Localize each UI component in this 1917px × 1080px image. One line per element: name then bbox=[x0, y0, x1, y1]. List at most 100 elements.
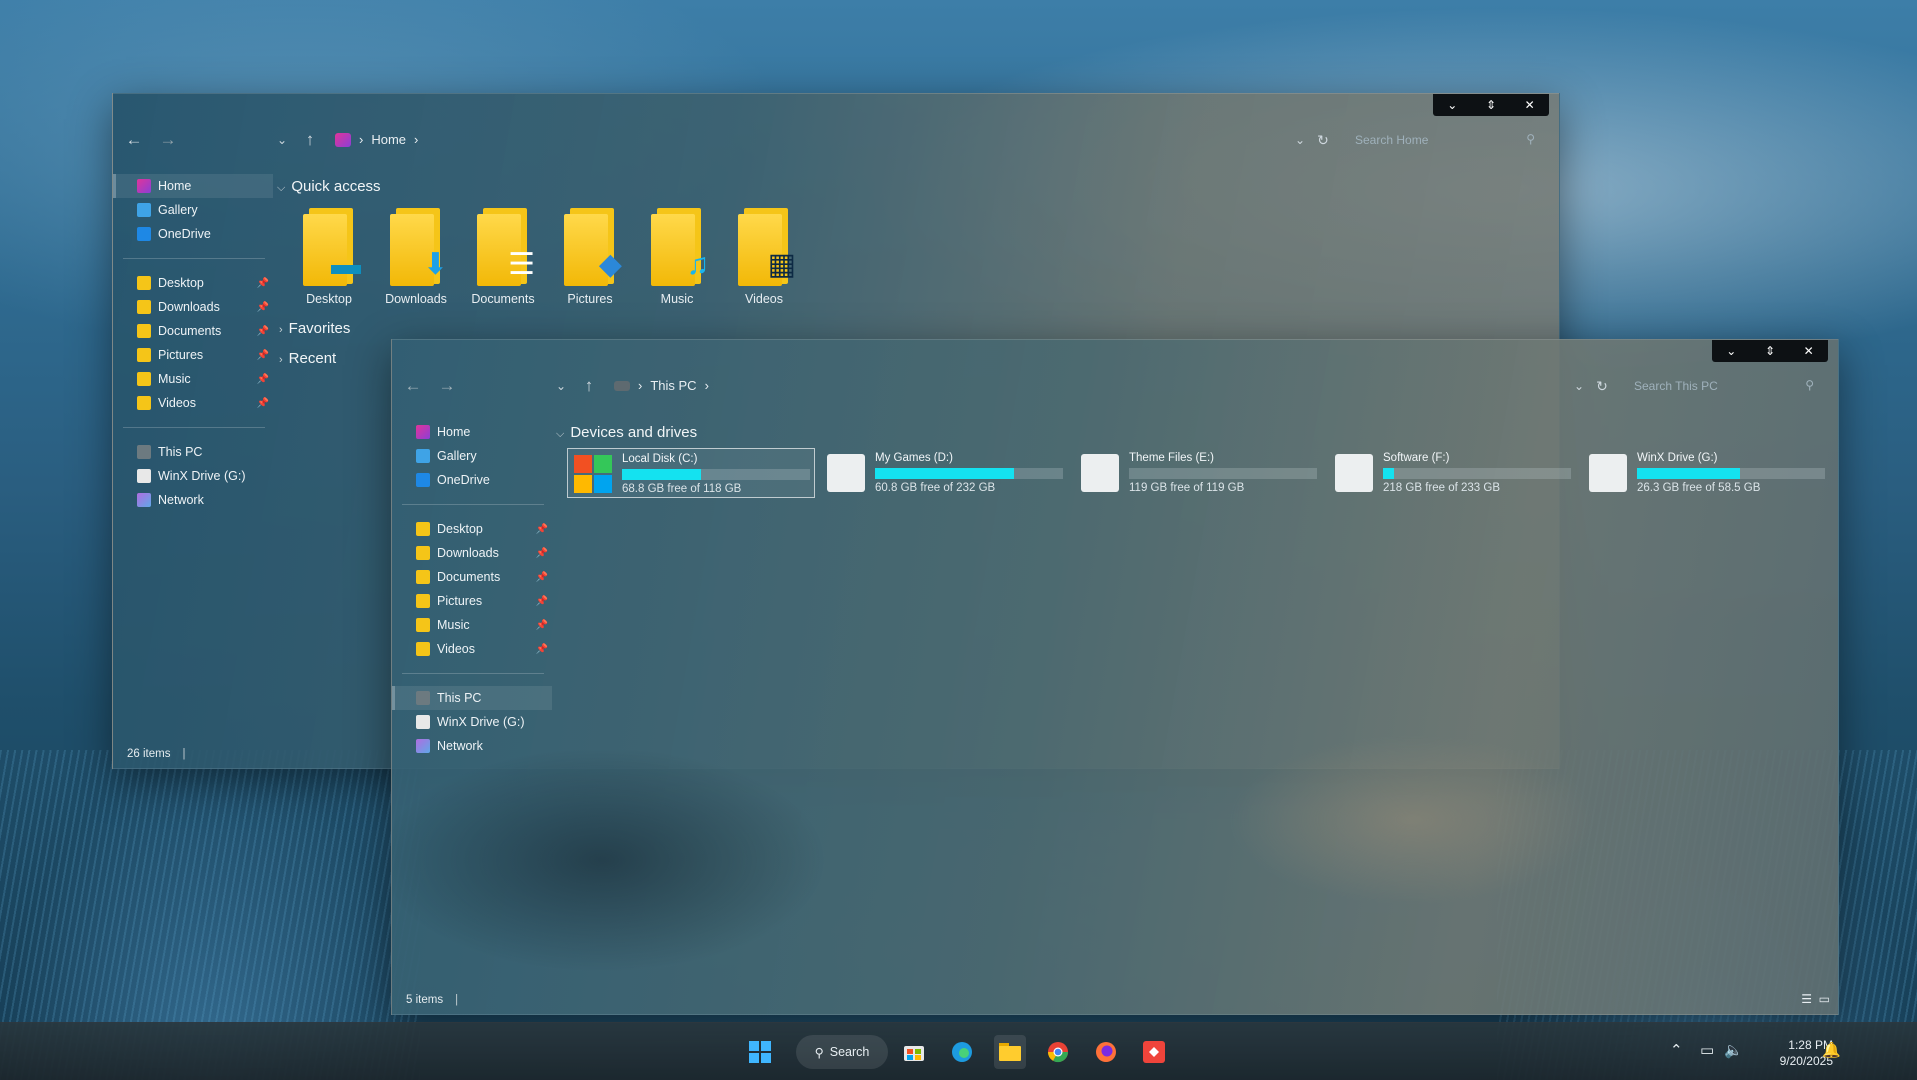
recent-header[interactable]: › Recent bbox=[279, 350, 336, 367]
breadcrumb[interactable]: › This PC › bbox=[614, 378, 709, 393]
drive-usage-bar bbox=[875, 468, 1063, 479]
network-icon bbox=[416, 739, 430, 753]
drive-tile[interactable]: WinX Drive (G:) 26.3 GB free of 58.5 GB bbox=[1583, 448, 1831, 498]
back-arrow-icon[interactable]: ← bbox=[402, 376, 424, 396]
volume-muted-icon[interactable]: 🔈 bbox=[1724, 1041, 1743, 1059]
anydesk-app-icon[interactable] bbox=[1138, 1035, 1170, 1069]
sidebar-item-home[interactable]: Home bbox=[113, 174, 273, 198]
sidebar-item-label: OneDrive bbox=[158, 227, 211, 241]
pin-icon[interactable]: 📌 bbox=[536, 548, 548, 559]
sidebar-item-onedrive[interactable]: OneDrive bbox=[113, 222, 273, 246]
sidebar-item-winx-drive-g[interactable]: WinX Drive (G:) bbox=[392, 710, 552, 734]
quick-access-desktop[interactable]: ▬ Desktop bbox=[289, 208, 369, 306]
sidebar-item-gallery[interactable]: Gallery bbox=[392, 444, 552, 468]
close-button[interactable]: ✕ bbox=[1794, 344, 1824, 358]
sidebar-item-documents[interactable]: Documents 📌 bbox=[113, 319, 273, 343]
breadcrumb[interactable]: › Home › bbox=[335, 132, 418, 147]
recent-locations-chevron-icon[interactable]: ⌄ bbox=[271, 133, 293, 147]
sidebar-item-downloads[interactable]: Downloads 📌 bbox=[392, 541, 552, 565]
maximize-button[interactable]: ⇕ bbox=[1755, 344, 1785, 358]
sidebar-item-music[interactable]: Music 📌 bbox=[113, 367, 273, 391]
quick-access-pictures[interactable]: ◆ Pictures bbox=[550, 208, 630, 306]
notifications-bell-icon[interactable]: 🔔 bbox=[1822, 1041, 1841, 1059]
pin-icon[interactable]: 📌 bbox=[257, 302, 269, 313]
minimize-button[interactable]: ⌄ bbox=[1716, 344, 1746, 358]
pin-icon[interactable]: 📌 bbox=[536, 644, 548, 655]
edge-browser-icon[interactable] bbox=[946, 1035, 978, 1069]
pin-icon[interactable]: 📌 bbox=[536, 572, 548, 583]
sidebar-item-this-pc[interactable]: This PC bbox=[392, 686, 552, 710]
sidebar-item-documents[interactable]: Documents 📌 bbox=[392, 565, 552, 589]
details-view-icon[interactable]: ☰ bbox=[1801, 992, 1812, 1006]
recent-locations-chevron-icon[interactable]: ⌄ bbox=[550, 379, 572, 393]
drive-tile[interactable]: My Games (D:) 60.8 GB free of 232 GB bbox=[821, 448, 1069, 498]
gallery-icon bbox=[137, 203, 151, 217]
address-dropdown-icon[interactable]: ⌄ bbox=[1568, 379, 1590, 393]
pin-icon[interactable]: 📌 bbox=[257, 350, 269, 361]
pin-icon[interactable]: 📌 bbox=[536, 620, 548, 631]
chevron-down-icon: ⌵ bbox=[556, 428, 565, 440]
pin-icon[interactable]: 📌 bbox=[257, 398, 269, 409]
file-explorer-taskbar-icon[interactable] bbox=[994, 1035, 1026, 1069]
breadcrumb-item[interactable]: Home bbox=[371, 132, 406, 147]
sidebar-item-home[interactable]: Home bbox=[392, 420, 552, 444]
microsoft-store-icon[interactable] bbox=[898, 1035, 930, 1069]
home-icon bbox=[137, 179, 151, 193]
pin-icon[interactable]: 📌 bbox=[257, 278, 269, 289]
drive-tile[interactable]: Local Disk (C:) 68.8 GB free of 118 GB bbox=[567, 448, 815, 498]
sidebar-item-this-pc[interactable]: This PC bbox=[113, 440, 273, 464]
drive-tile[interactable]: Theme Files (E:) 119 GB free of 119 GB bbox=[1075, 448, 1323, 498]
drive-tile[interactable]: Software (F:) 218 GB free of 233 GB bbox=[1329, 448, 1577, 498]
sidebar-item-winx-drive-g[interactable]: WinX Drive (G:) bbox=[113, 464, 273, 488]
sidebar-item-label: WinX Drive (G:) bbox=[437, 715, 525, 729]
sidebar-item-desktop[interactable]: Desktop 📌 bbox=[113, 271, 273, 295]
network-status-icon[interactable]: ▭ bbox=[1700, 1041, 1714, 1059]
sidebar-item-videos[interactable]: Videos 📌 bbox=[113, 391, 273, 415]
quick-access-music[interactable]: ♫ Music bbox=[637, 208, 717, 306]
sidebar-item-music[interactable]: Music 📌 bbox=[392, 613, 552, 637]
pin-icon[interactable]: 📌 bbox=[536, 524, 548, 535]
start-button[interactable] bbox=[744, 1035, 776, 1069]
tiles-view-icon[interactable]: ▭ bbox=[1819, 992, 1830, 1006]
sidebar-item-onedrive[interactable]: OneDrive bbox=[392, 468, 552, 492]
drive-free-space: 119 GB free of 119 GB bbox=[1129, 482, 1245, 494]
address-dropdown-icon[interactable]: ⌄ bbox=[1289, 133, 1311, 147]
favorites-header[interactable]: › Favorites bbox=[279, 320, 350, 337]
sidebar-item-network[interactable]: Network bbox=[392, 734, 552, 758]
back-arrow-icon[interactable]: ← bbox=[123, 130, 145, 150]
forward-arrow-icon[interactable]: → bbox=[157, 130, 179, 150]
quick-access-documents[interactable]: ☰ Documents bbox=[463, 208, 543, 306]
refresh-icon[interactable]: ↻ bbox=[1312, 132, 1334, 149]
quick-access-videos[interactable]: ▦ Videos bbox=[724, 208, 804, 306]
forward-arrow-icon[interactable]: → bbox=[436, 376, 458, 396]
sidebar-item-downloads[interactable]: Downloads 📌 bbox=[113, 295, 273, 319]
breadcrumb-item[interactable]: This PC bbox=[650, 378, 696, 393]
search-input[interactable]: Search This PC ⚲ bbox=[1624, 372, 1824, 400]
drive-free-space: 68.8 GB free of 118 GB bbox=[622, 483, 742, 495]
maximize-button[interactable]: ⇕ bbox=[1476, 98, 1506, 112]
sidebar-item-videos[interactable]: Videos 📌 bbox=[392, 637, 552, 661]
status-divider: | bbox=[182, 748, 186, 760]
quick-access-header[interactable]: ⌵ Quick access bbox=[277, 178, 381, 195]
devices-and-drives-header[interactable]: ⌵ Devices and drives bbox=[556, 424, 697, 441]
search-input[interactable]: Search Home ⚲ bbox=[1345, 126, 1545, 154]
up-arrow-icon[interactable]: ↑ bbox=[578, 376, 600, 396]
pin-icon[interactable]: 📌 bbox=[536, 596, 548, 607]
sidebar-item-gallery[interactable]: Gallery bbox=[113, 198, 273, 222]
sidebar-item-network[interactable]: Network bbox=[113, 488, 273, 512]
sidebar-divider bbox=[402, 673, 544, 674]
firefox-browser-icon[interactable] bbox=[1090, 1035, 1122, 1069]
minimize-button[interactable]: ⌄ bbox=[1437, 98, 1467, 112]
sidebar-item-desktop[interactable]: Desktop 📌 bbox=[392, 517, 552, 541]
close-button[interactable]: ✕ bbox=[1515, 98, 1545, 112]
pin-icon[interactable]: 📌 bbox=[257, 374, 269, 385]
pin-icon[interactable]: 📌 bbox=[257, 326, 269, 337]
quick-access-downloads[interactable]: ⬇ Downloads bbox=[376, 208, 456, 306]
sidebar-item-pictures[interactable]: Pictures 📌 bbox=[392, 589, 552, 613]
sidebar-item-pictures[interactable]: Pictures 📌 bbox=[113, 343, 273, 367]
up-arrow-icon[interactable]: ↑ bbox=[299, 130, 321, 150]
chrome-browser-icon[interactable] bbox=[1042, 1035, 1074, 1069]
taskbar-search-button[interactable]: ⚲ Search bbox=[796, 1035, 888, 1069]
refresh-icon[interactable]: ↻ bbox=[1591, 378, 1613, 395]
show-hidden-icons-chevron[interactable]: ⌃ bbox=[1670, 1041, 1683, 1059]
